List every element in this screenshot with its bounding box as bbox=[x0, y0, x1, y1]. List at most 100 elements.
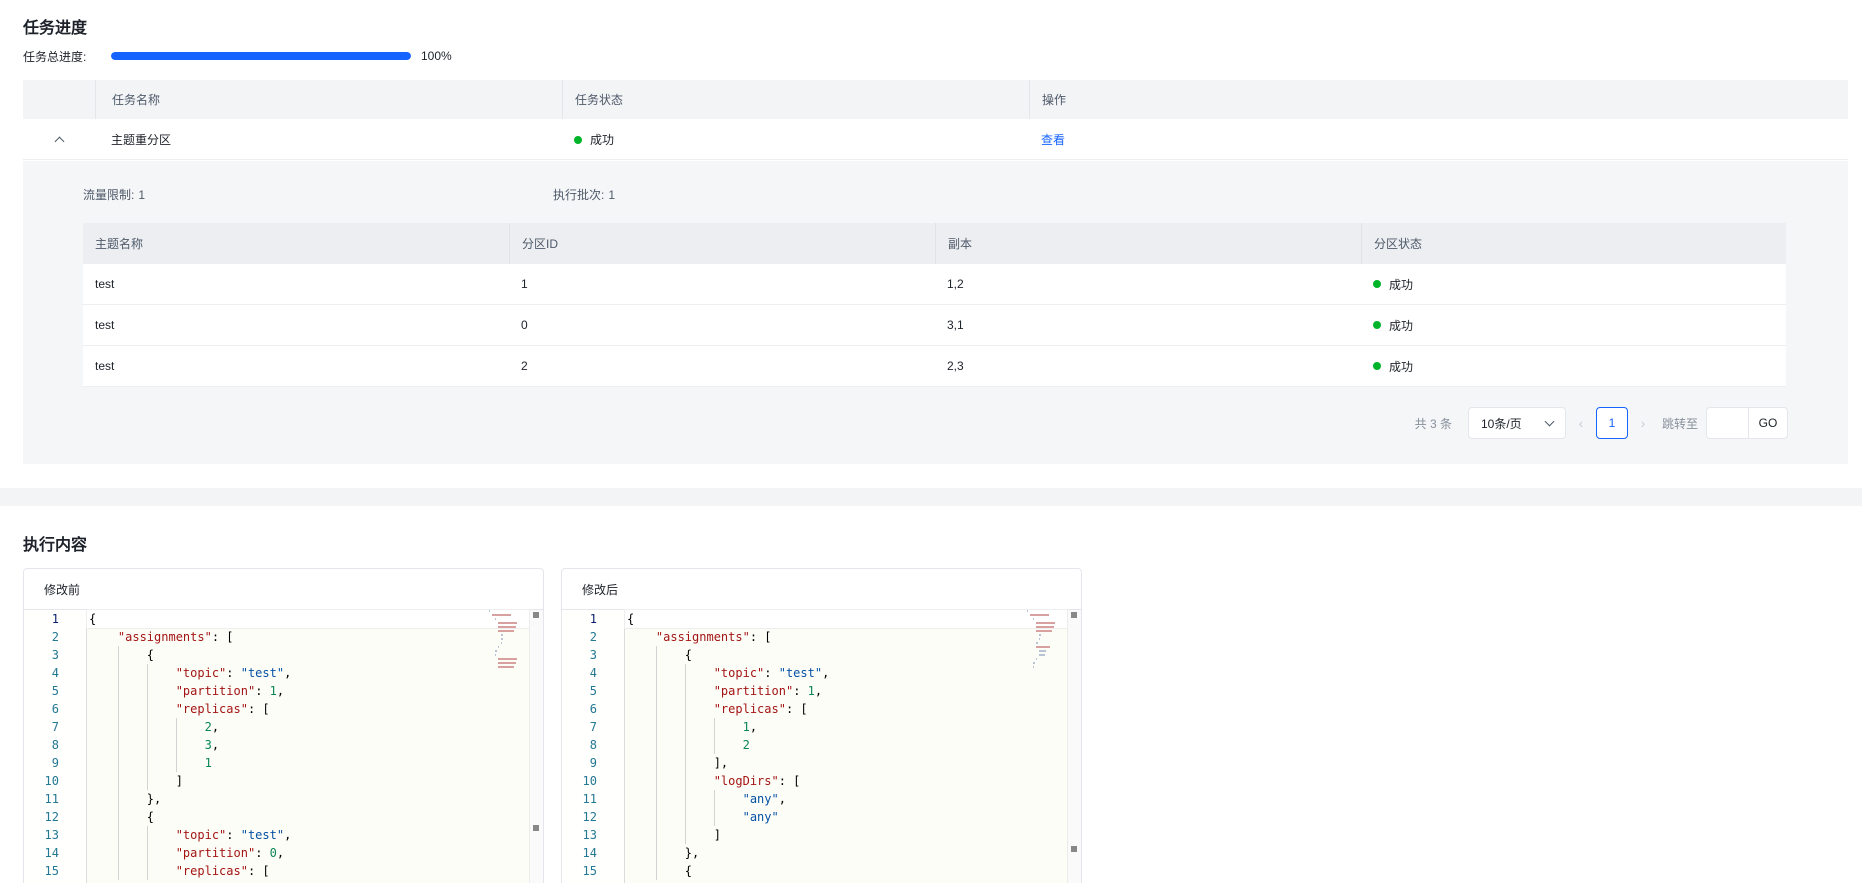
after-panel-title: 修改后 bbox=[562, 569, 1081, 610]
code-token: : bbox=[793, 684, 808, 698]
code-token: , bbox=[284, 828, 292, 842]
line-number: 6 bbox=[51, 702, 59, 716]
code-line: "logDirs": [ bbox=[625, 772, 1067, 790]
next-page-button[interactable]: › bbox=[1628, 407, 1658, 439]
line-number: 9 bbox=[589, 756, 597, 770]
line-number: 10 bbox=[44, 774, 59, 788]
code-token: "topic" bbox=[713, 666, 765, 680]
code-line: { bbox=[624, 609, 1068, 629]
partition-cell: 0 bbox=[521, 318, 528, 332]
after-code-editor[interactable]: 1 2 3 4 5 6 7 8 9 10 11 12 13 14 15 { "assignments": [… bbox=[562, 609, 1081, 883]
header-replicas: 副本 bbox=[935, 223, 1361, 264]
exec-batch-label: 执行批次: bbox=[553, 188, 605, 202]
code-line: "replicas": [ bbox=[87, 700, 529, 718]
code-line: "partition": 1, bbox=[625, 682, 1067, 700]
section-divider bbox=[0, 488, 1862, 506]
code-token: 1 bbox=[204, 756, 212, 770]
code-line: }, bbox=[87, 790, 529, 808]
code-line: "any" bbox=[625, 808, 1067, 826]
code-token: "assignments" bbox=[655, 630, 750, 644]
topic-cell: test bbox=[95, 359, 115, 373]
go-button[interactable]: GO bbox=[1748, 407, 1788, 439]
code-token: "topic" bbox=[175, 666, 227, 680]
code-line: { bbox=[87, 808, 529, 826]
task-name: 主题重分区 bbox=[111, 132, 172, 147]
code-token: , bbox=[211, 720, 220, 734]
task-status-text: 成功 bbox=[590, 132, 615, 147]
page-number-current[interactable]: 1 bbox=[1595, 407, 1628, 439]
code-line: 1, bbox=[625, 718, 1067, 736]
code-token: : [ bbox=[247, 864, 270, 878]
code-token: , bbox=[822, 666, 830, 680]
view-link[interactable]: 查看 bbox=[1041, 133, 1065, 147]
code-token: "test" bbox=[240, 828, 285, 842]
table-row: test 1 1,2 成功 bbox=[83, 264, 1786, 305]
table-row: 主题重分区 成功 查看 bbox=[23, 119, 1848, 160]
code-token: , bbox=[778, 792, 786, 806]
task-table-header: 任务名称 任务状态 操作 bbox=[23, 80, 1848, 119]
line-number: 4 bbox=[589, 666, 597, 680]
task-table: 任务名称 任务状态 操作 主题重分区 成功 查看 bbox=[23, 80, 1848, 160]
minimap[interactable] bbox=[489, 610, 519, 670]
code-token: "partition" bbox=[175, 684, 256, 698]
code-area[interactable]: { "assignments": [ { "topic": "test", "p… bbox=[86, 609, 530, 883]
vertical-scrollbar[interactable] bbox=[1067, 610, 1081, 883]
line-number: 8 bbox=[589, 738, 597, 752]
line-number: 5 bbox=[51, 684, 59, 698]
collapse-row-button[interactable] bbox=[23, 134, 95, 146]
code-token: ] bbox=[175, 774, 183, 788]
code-token: 1 bbox=[807, 684, 815, 698]
code-line: }, bbox=[625, 844, 1067, 862]
header-task-status: 任务状态 bbox=[562, 80, 1029, 119]
code-token: { bbox=[146, 810, 155, 824]
code-token: "logDirs" bbox=[713, 774, 779, 788]
header-topic-name: 主题名称 bbox=[95, 237, 144, 251]
code-token: 2 bbox=[204, 720, 212, 734]
vertical-scrollbar[interactable] bbox=[529, 610, 543, 883]
line-number: 12 bbox=[582, 810, 597, 824]
status-cell: 成功 bbox=[1361, 305, 1786, 345]
code-line: ] bbox=[87, 772, 529, 790]
code-token: { bbox=[684, 864, 693, 878]
rate-limit-value: 1 bbox=[138, 188, 146, 202]
replicas-cell: 3,1 bbox=[947, 318, 964, 332]
jump-page-input[interactable] bbox=[1706, 407, 1748, 439]
rate-limit-label: 流量限制: bbox=[83, 188, 135, 202]
code-token: { bbox=[627, 612, 635, 626]
code-line: ], bbox=[625, 754, 1067, 772]
line-number: 1 bbox=[51, 612, 59, 626]
code-token: : [ bbox=[778, 774, 801, 788]
code-area[interactable]: { "assignments": [ { "topic": "test", "p… bbox=[624, 609, 1068, 883]
partition-cell: 2 bbox=[521, 359, 528, 373]
code-token: , bbox=[276, 684, 285, 698]
exec-batch-value: 1 bbox=[608, 188, 616, 202]
minimap[interactable] bbox=[1027, 610, 1057, 670]
line-number: 7 bbox=[51, 720, 59, 734]
line-number: 11 bbox=[44, 792, 59, 806]
code-line: "partition": 0, bbox=[87, 844, 529, 862]
progress-label: 任务总进度: bbox=[23, 49, 87, 64]
partition-cell: 1 bbox=[521, 277, 528, 291]
page-size-select[interactable]: 10条/页 bbox=[1467, 407, 1566, 439]
code-line: "replicas": [ bbox=[87, 862, 529, 880]
code-token: : bbox=[255, 846, 270, 860]
overall-progress: 任务总进度: 100% bbox=[23, 47, 452, 65]
before-code-editor[interactable]: 1 2 3 4 5 6 7 8 9 10 11 12 13 14 15 { "assignments": [… bbox=[24, 609, 543, 883]
status-dot-icon bbox=[1373, 321, 1381, 329]
code-token: "assignments" bbox=[117, 630, 212, 644]
line-number: 7 bbox=[589, 720, 597, 734]
after-panel: 修改后 1 2 3 4 5 6 7 8 9 10 11 12 13 14 15 { "assignments… bbox=[561, 568, 1082, 883]
code-line: "topic": "test", bbox=[87, 664, 529, 682]
line-number: 13 bbox=[44, 828, 59, 842]
progress-percent: 100% bbox=[421, 49, 452, 63]
progress-bar-fill bbox=[111, 52, 411, 60]
code-line: { bbox=[625, 862, 1067, 880]
prev-page-button[interactable]: ‹ bbox=[1566, 407, 1596, 439]
code-line: "replicas": [ bbox=[625, 700, 1067, 718]
code-token: , bbox=[276, 846, 285, 860]
code-token: "partition" bbox=[713, 684, 794, 698]
code-token: { bbox=[684, 648, 693, 662]
code-token: : bbox=[764, 666, 779, 680]
code-token: : bbox=[255, 684, 270, 698]
chevron-down-icon bbox=[1544, 416, 1555, 426]
